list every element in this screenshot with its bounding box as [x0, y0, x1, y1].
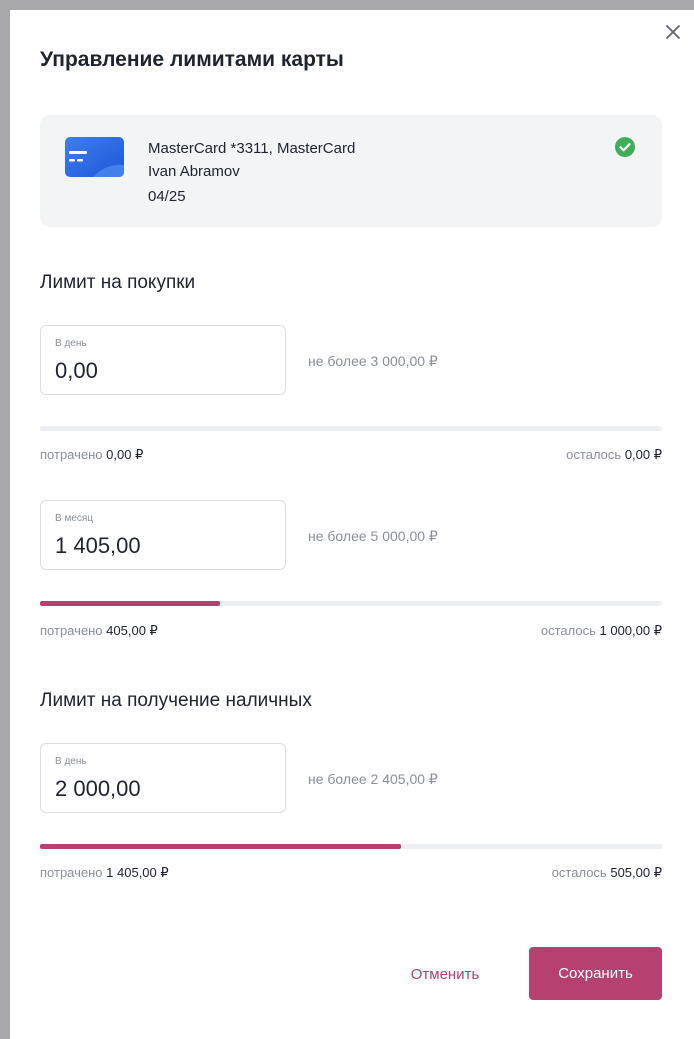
purchases-monthly-progress: [40, 601, 662, 606]
credit-card-icon: [65, 137, 124, 177]
card-info: MasterCard *3311, MasterCard Ivan Abramo…: [40, 115, 662, 227]
purchases-monthly-left: осталось 1 000,00 ₽: [540, 623, 662, 638]
purchases-daily-field[interactable]: В день 0,00: [40, 325, 286, 395]
card-name: MasterCard *3311, MasterCard: [148, 140, 356, 157]
purchases-daily-spent: потрачено 0,00 ₽: [40, 447, 144, 462]
purchases-daily-left: осталось 0,00 ₽: [566, 447, 662, 462]
card-holder: Ivan Abramov: [148, 163, 240, 180]
progress-fill: [40, 601, 221, 606]
field-label: В месяц: [55, 513, 94, 524]
field-label: В день: [55, 756, 87, 767]
cancel-button[interactable]: Отменить: [390, 954, 500, 994]
field-label: В день: [55, 338, 87, 349]
cash-daily-field[interactable]: В день 2 000,00: [40, 743, 286, 813]
window-frame-top: [0, 0, 694, 10]
cash-daily-left: осталось 505,00 ₽: [551, 865, 662, 880]
save-button[interactable]: Сохранить: [529, 947, 662, 1000]
field-value: 1 405,00: [55, 533, 141, 558]
field-value: 0,00: [55, 358, 98, 383]
cash-daily-hint: не более 2 405,00 ₽: [308, 771, 438, 787]
purchases-daily-progress: [40, 426, 662, 431]
purchases-monthly-spent: потрачено 405,00 ₽: [40, 623, 158, 638]
purchases-monthly-hint: не более 5 000,00 ₽: [308, 528, 438, 544]
purchases-section-title: Лимит на покупки: [40, 272, 196, 293]
window-frame-left: [0, 0, 10, 1039]
field-value: 2 000,00: [55, 776, 141, 801]
progress-fill: [40, 844, 401, 849]
cash-daily-progress: [40, 844, 662, 849]
card-expiry: 04/25: [148, 188, 186, 205]
cash-daily-spent: потрачено 1 405,00 ₽: [40, 865, 169, 880]
cash-section-title: Лимит на получение наличных: [40, 690, 312, 711]
check-circle-icon: [614, 136, 636, 158]
purchases-monthly-field[interactable]: В месяц 1 405,00: [40, 500, 286, 570]
dialog-title: Управление лимитами карты: [40, 48, 344, 71]
close-icon[interactable]: [661, 20, 685, 44]
purchases-daily-hint: не более 3 000,00 ₽: [308, 353, 438, 369]
